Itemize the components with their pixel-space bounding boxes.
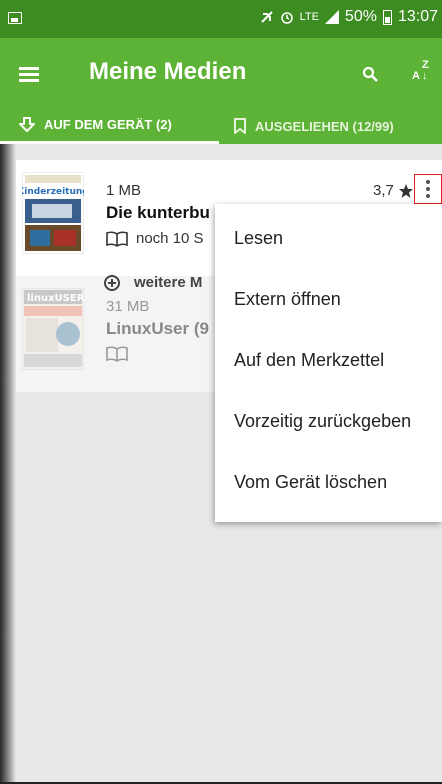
add-circle-icon [104, 274, 120, 291]
status-indicators: LTE 50% 13:07 [260, 8, 438, 26]
hamburger-menu-icon[interactable] [19, 66, 39, 82]
rating-value: 3,7 [373, 182, 394, 199]
search-icon[interactable] [362, 66, 378, 82]
tab-borrowed-label: AUSGELIEHEN (12/99) [255, 118, 394, 134]
gallery-notification-icon [8, 12, 22, 24]
media-title: LinuxUser (9 [106, 319, 209, 338]
rating: 3,7 [373, 182, 414, 199]
bookmark-icon [234, 118, 246, 134]
battery-percent: 50% [344, 8, 377, 25]
star-icon [398, 183, 413, 198]
mute-icon [260, 11, 273, 23]
tab-bar: AUF DEM GERÄT (2) AUSGELIEHEN (12/99) [0, 108, 442, 144]
overflow-popup-menu: Lesen Extern öffnen Auf den Merkzettel V… [215, 204, 442, 522]
menu-item-return-early[interactable]: Vorzeitig zurückgeben [215, 391, 442, 452]
download-arrow-icon [19, 116, 35, 132]
cover-title-text: Kinderzeitung [22, 187, 84, 197]
more-vert-icon [426, 180, 430, 184]
sort-label-bottom: A [412, 70, 420, 82]
menu-item-open-external[interactable]: Extern öffnen [215, 269, 442, 330]
tab-on-device-label: AUF DEM GERÄT (2) [44, 117, 172, 132]
open-book-icon [106, 231, 128, 247]
page-title: Meine Medien [89, 58, 247, 85]
alarm-icon [280, 12, 293, 24]
file-size: 31 MB [106, 298, 150, 315]
cover-title-text: linuxUSER [27, 293, 84, 304]
cover-image: Kinderzeitung [22, 172, 84, 254]
reading-progress-text: noch 10 S [136, 230, 204, 247]
tab-borrowed[interactable]: AUSGELIEHEN (12/99) [219, 108, 442, 144]
screen-edge [0, 144, 16, 782]
menu-item-read[interactable]: Lesen [215, 208, 442, 269]
sort-arrow-icon: ↓ [421, 70, 428, 82]
tab-on-device[interactable]: AUF DEM GERÄT (2) [0, 108, 219, 144]
overflow-menu-button[interactable] [414, 174, 442, 204]
load-more-label: weitere M [134, 274, 203, 291]
signal-icon [324, 10, 339, 24]
network-type: LTE [299, 11, 319, 23]
open-book-icon [106, 346, 128, 362]
clock: 13:07 [397, 8, 438, 25]
load-more-button[interactable]: weitere M [104, 274, 202, 291]
menu-item-delete-from-device[interactable]: Vom Gerät löschen [215, 452, 442, 513]
menu-item-add-to-watchlist[interactable]: Auf den Merkzettel [215, 330, 442, 391]
reading-progress [106, 346, 128, 362]
sort-icon[interactable]: Z A ↓ [412, 60, 436, 88]
battery-icon [382, 9, 392, 25]
cover-image: linuxUSER [22, 288, 84, 370]
app-bar: Meine Medien Z A ↓ AUF DEM GERÄT (2) AUS… [0, 38, 442, 144]
reading-progress: noch 10 S [106, 230, 204, 247]
status-bar: LTE 50% 13:07 [0, 0, 442, 38]
file-size: 1 MB [106, 182, 142, 199]
media-title: Die kunterbu [106, 203, 210, 222]
